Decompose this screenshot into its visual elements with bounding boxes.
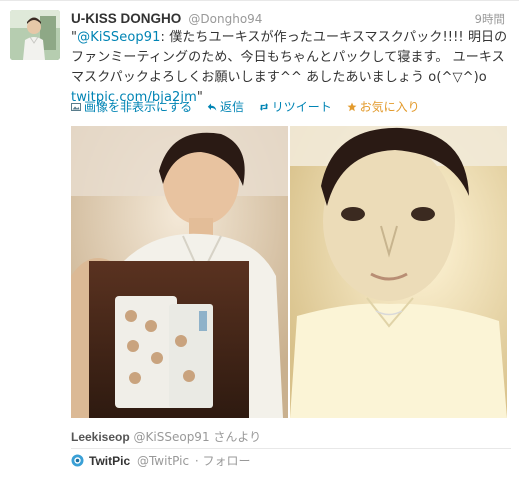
divider xyxy=(71,448,511,449)
tweet-card: U-KISS DONGHO @Dongho94 9時間 "@KiSSeop91:… xyxy=(0,0,519,483)
avatar[interactable] xyxy=(10,10,60,60)
right-photo xyxy=(290,126,507,418)
reply-icon xyxy=(207,103,217,111)
provider-handle[interactable]: @TwitPic xyxy=(137,454,189,468)
credit-handle[interactable]: @KiSSeop91 さんより xyxy=(134,430,262,444)
credit-name[interactable]: Leekiseop xyxy=(71,430,130,444)
left-photo xyxy=(71,126,288,418)
author-name[interactable]: U-KISS DONGHO xyxy=(71,11,181,26)
hide-image-button[interactable]: 画像を非表示にする xyxy=(71,100,192,114)
reply-label: 返信 xyxy=(219,100,244,114)
photo-credit: Leekiseop @KiSSeop91 さんより xyxy=(71,429,261,445)
star-icon xyxy=(347,102,357,112)
media-provider: TwitPic @TwitPic · フォロー xyxy=(71,453,251,469)
tweet-actions: 画像を非表示にする 返信 リツイート お気に入り xyxy=(71,100,431,114)
author-handle[interactable]: @Dongho94 xyxy=(188,12,262,26)
avatar-photo xyxy=(10,10,60,60)
hide-image-label: 画像を非表示にする xyxy=(84,100,193,114)
follow-button[interactable]: · フォロー xyxy=(195,454,251,468)
tweet-photo[interactable] xyxy=(71,126,507,418)
photo-divider xyxy=(288,126,290,418)
tweet-text: "@KiSSeop91: 僕たちユーキスが作ったユーキスマスクパック!!!! 明… xyxy=(71,28,513,108)
image-icon xyxy=(71,103,81,111)
retweet-icon xyxy=(259,103,268,111)
photo-collage xyxy=(71,126,507,418)
mention-link[interactable]: @KiSSeop91 xyxy=(77,30,160,45)
provider-name[interactable]: TwitPic xyxy=(89,454,130,468)
timestamp[interactable]: 9時間 xyxy=(475,10,505,28)
tweet-header: U-KISS DONGHO @Dongho94 9時間 xyxy=(71,10,505,28)
twitpic-logo-icon xyxy=(71,454,84,467)
reply-button[interactable]: 返信 xyxy=(207,100,244,114)
retweet-label: リツイート xyxy=(271,100,332,114)
favorite-label: お気に入り xyxy=(359,100,420,114)
favorite-button[interactable]: お気に入り xyxy=(347,100,420,114)
retweet-button[interactable]: リツイート xyxy=(259,100,332,114)
